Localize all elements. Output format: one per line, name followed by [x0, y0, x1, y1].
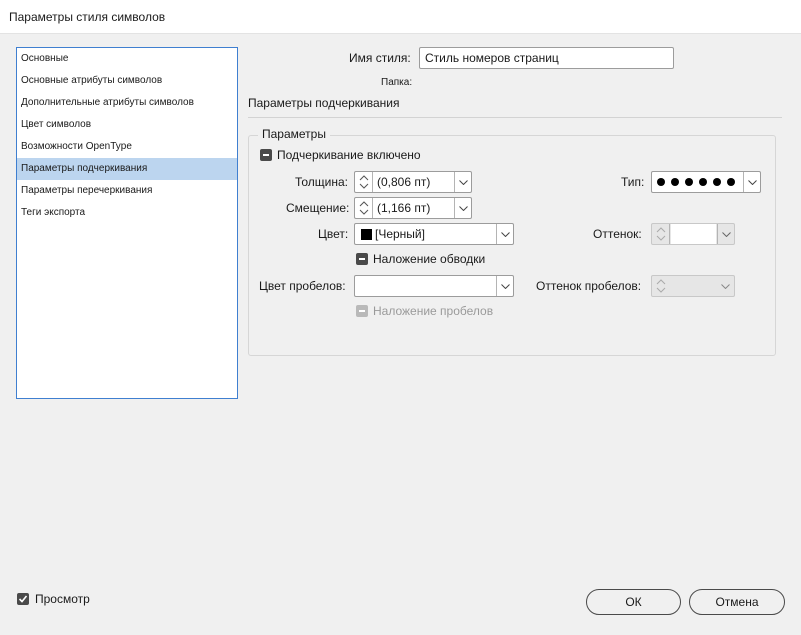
cancel-button[interactable]: Отмена	[689, 589, 785, 615]
checkmark-icon	[18, 595, 28, 603]
gap-tint-chevron-down-icon[interactable]	[717, 276, 734, 296]
gap-color-chevron-down-icon[interactable]	[496, 276, 513, 296]
color-swatch-icon	[361, 229, 372, 240]
type-label: Тип:	[621, 175, 645, 189]
overprint-gap-checkbox[interactable]	[356, 305, 368, 317]
offset-value[interactable]: (1,166 пт)	[377, 201, 430, 215]
weight-chevron-down-icon[interactable]	[454, 172, 471, 192]
preview-checkbox[interactable]	[17, 593, 29, 605]
tint-spinner-arrows-icon[interactable]	[652, 224, 670, 244]
params-group	[248, 135, 776, 356]
weight-value[interactable]: (0,806 пт)	[377, 175, 430, 189]
underline-on-label: Подчеркивание включено	[277, 148, 421, 162]
weight-combo[interactable]: (0,806 пт)	[354, 171, 472, 193]
color-value: [Черный]	[375, 227, 425, 241]
style-name-label: Имя стиля:	[349, 51, 411, 65]
type-chevron-down-icon[interactable]	[743, 172, 760, 192]
color-chevron-down-icon[interactable]	[496, 224, 513, 244]
tint-label: Оттенок:	[593, 227, 642, 241]
dotted-stroke-icon	[657, 178, 735, 187]
gap-color-label: Цвет пробелов:	[259, 279, 346, 293]
gap-color-select[interactable]	[354, 275, 514, 297]
preview-label: Просмотр	[35, 592, 90, 606]
section-divider	[248, 117, 782, 118]
style-name-input[interactable]	[419, 47, 674, 69]
nav-item-underline-options[interactable]: Параметры подчеркивания	[17, 158, 237, 180]
nav-item-export-tags[interactable]: Теги экспорта	[17, 202, 237, 224]
offset-chevron-down-icon[interactable]	[454, 198, 471, 218]
ok-button[interactable]: ОК	[586, 589, 681, 615]
folder-label: Папка:	[381, 77, 413, 88]
title-bar: Параметры стиля символов	[0, 0, 801, 34]
weight-spinner-arrows-icon[interactable]	[355, 172, 373, 192]
window-title: Параметры стиля символов	[9, 10, 166, 24]
offset-combo[interactable]: (1,166 пт)	[354, 197, 472, 219]
category-list[interactable]: Основные Основные атрибуты символов Допо…	[16, 47, 238, 399]
overprint-stroke-label: Наложение обводки	[373, 252, 486, 266]
offset-spinner-arrows-icon[interactable]	[355, 198, 373, 218]
overprint-stroke-checkbox[interactable]	[356, 253, 368, 265]
nav-item-opentype[interactable]: Возможности OpenType	[17, 136, 237, 158]
gap-tint-combo[interactable]	[651, 275, 735, 297]
weight-label: Толщина:	[295, 175, 349, 189]
offset-label: Смещение:	[286, 201, 350, 215]
tint-combo[interactable]	[651, 223, 735, 245]
params-group-title: Параметры	[258, 127, 330, 141]
nav-item-char-color[interactable]: Цвет символов	[17, 114, 237, 136]
section-title: Параметры подчеркивания	[248, 96, 400, 110]
gap-tint-spinner-arrows-icon[interactable]	[652, 276, 670, 296]
gap-tint-label: Оттенок пробелов:	[536, 279, 642, 293]
nav-item-basic[interactable]: Основные	[17, 48, 237, 70]
tint-field[interactable]	[671, 224, 716, 244]
color-select[interactable]: [Черный]	[354, 223, 514, 245]
type-select[interactable]	[651, 171, 761, 193]
nav-item-basic-char-formats[interactable]: Основные атрибуты символов	[17, 70, 237, 92]
color-label: Цвет:	[318, 227, 349, 241]
tint-chevron-down-icon[interactable]	[717, 224, 734, 244]
overprint-gap-label: Наложение пробелов	[373, 304, 494, 318]
nav-item-advanced-char-formats[interactable]: Дополнительные атрибуты символов	[17, 92, 237, 114]
nav-item-strikethrough-options[interactable]: Параметры перечеркивания	[17, 180, 237, 202]
underline-on-checkbox[interactable]	[260, 149, 272, 161]
